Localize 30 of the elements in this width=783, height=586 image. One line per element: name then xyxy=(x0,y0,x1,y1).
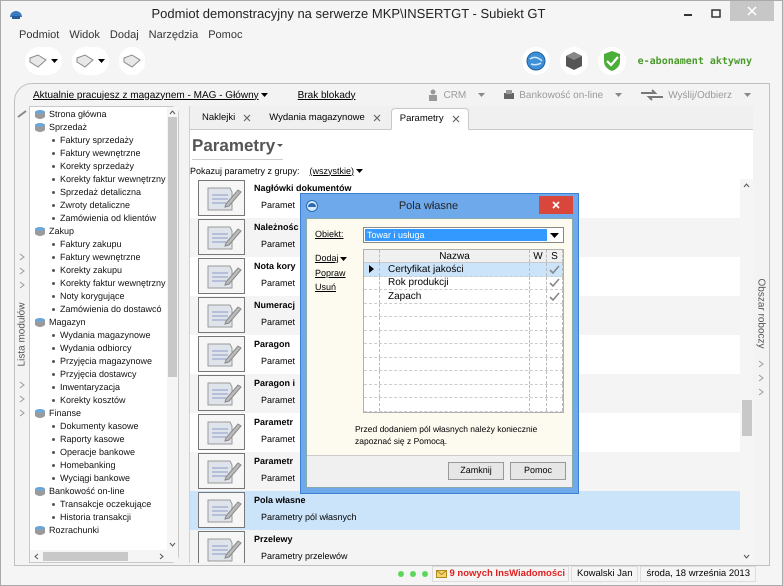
table-cell-text: Rok produkcji xyxy=(388,276,449,290)
parameter-title: Przelewy xyxy=(254,533,293,546)
parameter-title: Pola własne xyxy=(254,494,306,507)
parameter-description: Parametry pól własnych xyxy=(261,510,357,524)
table-cell-text: Certyfikat jakości xyxy=(388,262,464,277)
parameter-title: Nota kory xyxy=(254,260,296,273)
parameter-description: Paramet xyxy=(261,432,296,446)
parameter-description: Paramet xyxy=(261,394,296,406)
date-label: środa, 18 września 2013 xyxy=(640,566,756,582)
parameter-title: Parametr xyxy=(254,416,294,429)
parameter-description: Parametry przelewów xyxy=(261,550,348,563)
parameter-description: Paramet xyxy=(261,198,296,212)
parameter-description: Paramet xyxy=(261,472,296,484)
subscription-status: e-abonament aktywny xyxy=(638,54,752,68)
parameter-title: Numeracj xyxy=(254,299,296,312)
parameter-description: Paramet xyxy=(261,276,296,290)
parameter-title: Paragon i xyxy=(254,377,296,390)
filter-label: Pokazuj parametry z grupy: xyxy=(190,164,300,178)
parameter-description: Paramet xyxy=(261,238,296,250)
dialog-title: Pola własne xyxy=(398,198,460,214)
parameter-title: Należnośc xyxy=(254,221,299,234)
parameter-description: Paramet xyxy=(261,316,296,328)
parameter-description: Paramet xyxy=(261,354,296,368)
parameter-title: Nagłówki dokumentów xyxy=(254,182,352,195)
window-title: Podmiot demonstracyjny na serwerze MKP\INSERTGT - Subiekt GT xyxy=(150,5,546,24)
field-label: Obiekt: xyxy=(315,228,345,242)
parameter-title: Parametr xyxy=(254,455,294,468)
help-note: Przed dodaniem pól własnych należy koniecznie zapoznać się z Pomocą. xyxy=(355,422,538,446)
user-name: Kowalski Jan xyxy=(571,566,638,582)
parameter-title: Paragon xyxy=(254,338,290,351)
